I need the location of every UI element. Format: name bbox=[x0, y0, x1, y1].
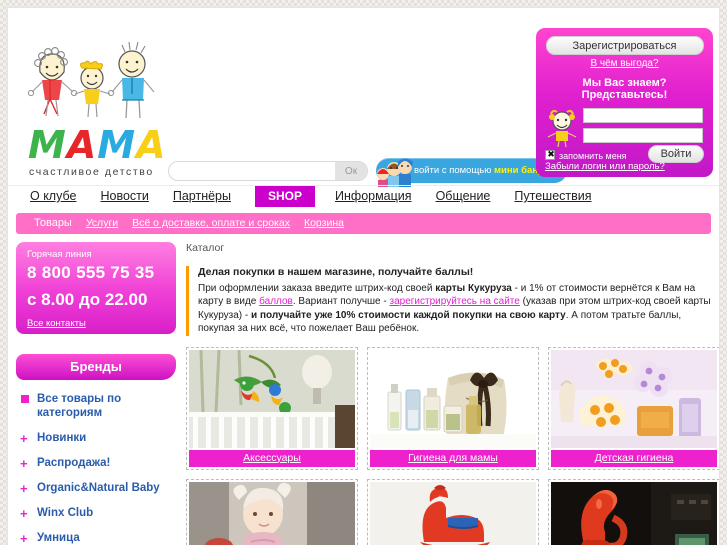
subnav-item-services[interactable]: Услуги bbox=[86, 213, 118, 234]
forgot-password-link[interactable]: Забыли логин или пароль? bbox=[545, 161, 665, 172]
product-caption[interactable]: Аксессуары bbox=[189, 449, 355, 467]
nav-item-shop[interactable]: SHOP bbox=[255, 186, 316, 207]
nav-item-travel[interactable]: Путешествия bbox=[514, 186, 591, 207]
promo-banner: Делая покупки в нашем магазине, получайт… bbox=[186, 266, 719, 336]
nav-item-community[interactable]: Общение bbox=[436, 186, 491, 207]
site-header: MAMA счастливое детство Ок войти с помощ… bbox=[8, 8, 719, 187]
logo-wordmark: MAMA bbox=[26, 123, 165, 167]
subnav-item-delivery-info[interactable]: Всё о доставке, оплате и сроках bbox=[132, 213, 290, 234]
square-bullet-icon bbox=[21, 395, 29, 403]
family-drawing-icon bbox=[26, 24, 161, 124]
miniband-kids-icon bbox=[374, 153, 414, 187]
brand-item-new[interactable]: + Новинки bbox=[20, 431, 176, 445]
search-bar: Ок bbox=[168, 161, 368, 181]
product-card-rocking-horse[interactable] bbox=[367, 478, 539, 545]
brand-item-winx-club[interactable]: + Winx Club bbox=[20, 506, 176, 520]
site-logo[interactable]: MAMA счастливое детство bbox=[26, 24, 165, 179]
login-fields: запомнить меня Войти bbox=[545, 107, 704, 167]
logo-tagline: счастливое детство bbox=[29, 166, 154, 178]
page-content: Горячая линия 8 800 555 75 35 с 8.00 до … bbox=[8, 242, 719, 545]
promo-card-name: карты Кукуруза bbox=[435, 282, 512, 294]
left-sidebar: Горячая линия 8 800 555 75 35 с 8.00 до … bbox=[16, 242, 176, 545]
hotline-box: Горячая линия 8 800 555 75 35 с 8.00 до … bbox=[16, 242, 176, 334]
plus-icon: + bbox=[20, 531, 28, 545]
product-image-doll bbox=[189, 481, 355, 545]
product-card-accessories[interactable]: Аксессуары bbox=[186, 346, 358, 470]
logo-letter-4: A bbox=[136, 123, 167, 167]
brand-item-label: Умница bbox=[37, 532, 80, 544]
product-card-mom-hygiene[interactable]: Гигиена для мамы bbox=[367, 346, 539, 470]
brand-item-label: Новинки bbox=[37, 432, 87, 444]
subnav-item-cart[interactable]: Корзина bbox=[304, 213, 344, 234]
remember-me-checkbox[interactable] bbox=[545, 149, 556, 160]
subnav-item-goods[interactable]: Товары bbox=[34, 213, 72, 234]
shop-subnavigation: Товары Услуги Всё о доставке, оплате и сро… bbox=[16, 213, 711, 234]
product-grid: Аксессуары Гигиена для мамы Детская гиги… bbox=[186, 346, 719, 545]
username-input[interactable] bbox=[583, 108, 703, 123]
main-pane: Каталог Делая покупки в нашем магазине, … bbox=[186, 242, 719, 545]
plus-icon: + bbox=[20, 456, 28, 471]
brand-item-label: Распродажа! bbox=[37, 457, 111, 469]
product-image-red-toy bbox=[551, 481, 717, 545]
brand-item-sale[interactable]: + Распродажа! bbox=[20, 456, 176, 470]
nav-item-about[interactable]: О клубе bbox=[30, 186, 76, 207]
brand-item-label: Organic&Natural Baby bbox=[37, 482, 160, 494]
promo-heading: Делая покупки в нашем магазине, получайт… bbox=[198, 266, 474, 278]
search-submit-button[interactable]: Ок bbox=[335, 162, 367, 180]
plus-icon: + bbox=[20, 506, 28, 521]
promo-text-1: При оформлении заказа введите штрих-код … bbox=[198, 282, 436, 294]
benefit-link[interactable]: В чём выгода? bbox=[545, 58, 704, 69]
login-panel: Зарегистрироваться В чём выгода? Мы Вас … bbox=[536, 28, 713, 177]
logo-letter-1: M bbox=[28, 123, 67, 167]
brand-item-label: Winx Club bbox=[37, 507, 94, 519]
promo-register-link[interactable]: зарегистрируйтесь на сайте bbox=[390, 296, 520, 307]
password-input[interactable] bbox=[583, 128, 703, 143]
nav-item-news[interactable]: Новости bbox=[100, 186, 148, 207]
plus-icon: + bbox=[20, 481, 28, 496]
product-caption[interactable]: Детская гигиена bbox=[551, 449, 717, 467]
catalog-label: Каталог bbox=[186, 242, 225, 254]
brand-item-label: Все товары по категориям bbox=[37, 393, 122, 419]
product-card-doll[interactable] bbox=[186, 478, 358, 545]
logo-letter-3: M bbox=[97, 123, 137, 167]
product-card-baby-hygiene[interactable]: Детская гигиена bbox=[548, 346, 719, 470]
remember-me-label[interactable]: запомнить меня bbox=[545, 149, 627, 161]
brand-item-umnica[interactable]: + Умница bbox=[20, 531, 176, 545]
hotline-phone: 8 800 555 75 35 bbox=[27, 263, 155, 282]
product-caption[interactable]: Гигиена для мамы bbox=[370, 449, 536, 467]
nav-item-information[interactable]: Информация bbox=[335, 186, 412, 207]
brand-item-all-categories[interactable]: Все товары по категориям bbox=[20, 392, 176, 420]
nav-item-partners[interactable]: Партнёры bbox=[173, 186, 231, 207]
remember-me-text: запомнить меня bbox=[559, 151, 627, 161]
product-row-2 bbox=[186, 478, 719, 545]
hotline-hours: с 8.00 до 22.00 bbox=[27, 290, 148, 309]
all-contacts-link[interactable]: Все контакты bbox=[27, 318, 86, 329]
product-image-red-rocking-horse bbox=[370, 481, 536, 545]
product-row-1: Аксессуары Гигиена для мамы Детская гиги… bbox=[186, 346, 719, 470]
promo-text-3: . Вариант получше - bbox=[292, 296, 390, 307]
product-image-crib-with-mobile bbox=[189, 349, 355, 448]
promo-points-link[interactable]: баллов bbox=[259, 296, 293, 307]
girl-avatar-icon bbox=[545, 107, 579, 148]
register-button[interactable]: Зарегистрироваться bbox=[545, 36, 704, 55]
main-navigation: О клубе Новости Партнёры SHOP Информация Обще… bbox=[8, 185, 719, 211]
product-image-cosmetics-gift-set bbox=[370, 349, 536, 448]
product-image-decorative-soaps bbox=[551, 349, 717, 448]
page-container: MAMA счастливое детство Ок войти с помощ… bbox=[8, 8, 719, 545]
brand-list: Все товары по категориям + Новинки + Рас… bbox=[16, 392, 176, 545]
plus-icon: + bbox=[20, 431, 28, 446]
logo-letter-2: A bbox=[66, 123, 98, 167]
product-card-red-toy[interactable] bbox=[548, 478, 719, 545]
login-prompt: Мы Вас знаем? Представьтесь! bbox=[581, 77, 668, 101]
miniband-text: войти с помощью bbox=[414, 165, 494, 176]
brand-item-organic-natural-baby[interactable]: + Organic&Natural Baby bbox=[20, 481, 176, 495]
promo-highlight: и получайте уже 10% стоимости каждой пок… bbox=[251, 309, 566, 321]
hotline-title: Горячая линия bbox=[27, 249, 92, 260]
brands-header: Бренды bbox=[16, 354, 176, 380]
